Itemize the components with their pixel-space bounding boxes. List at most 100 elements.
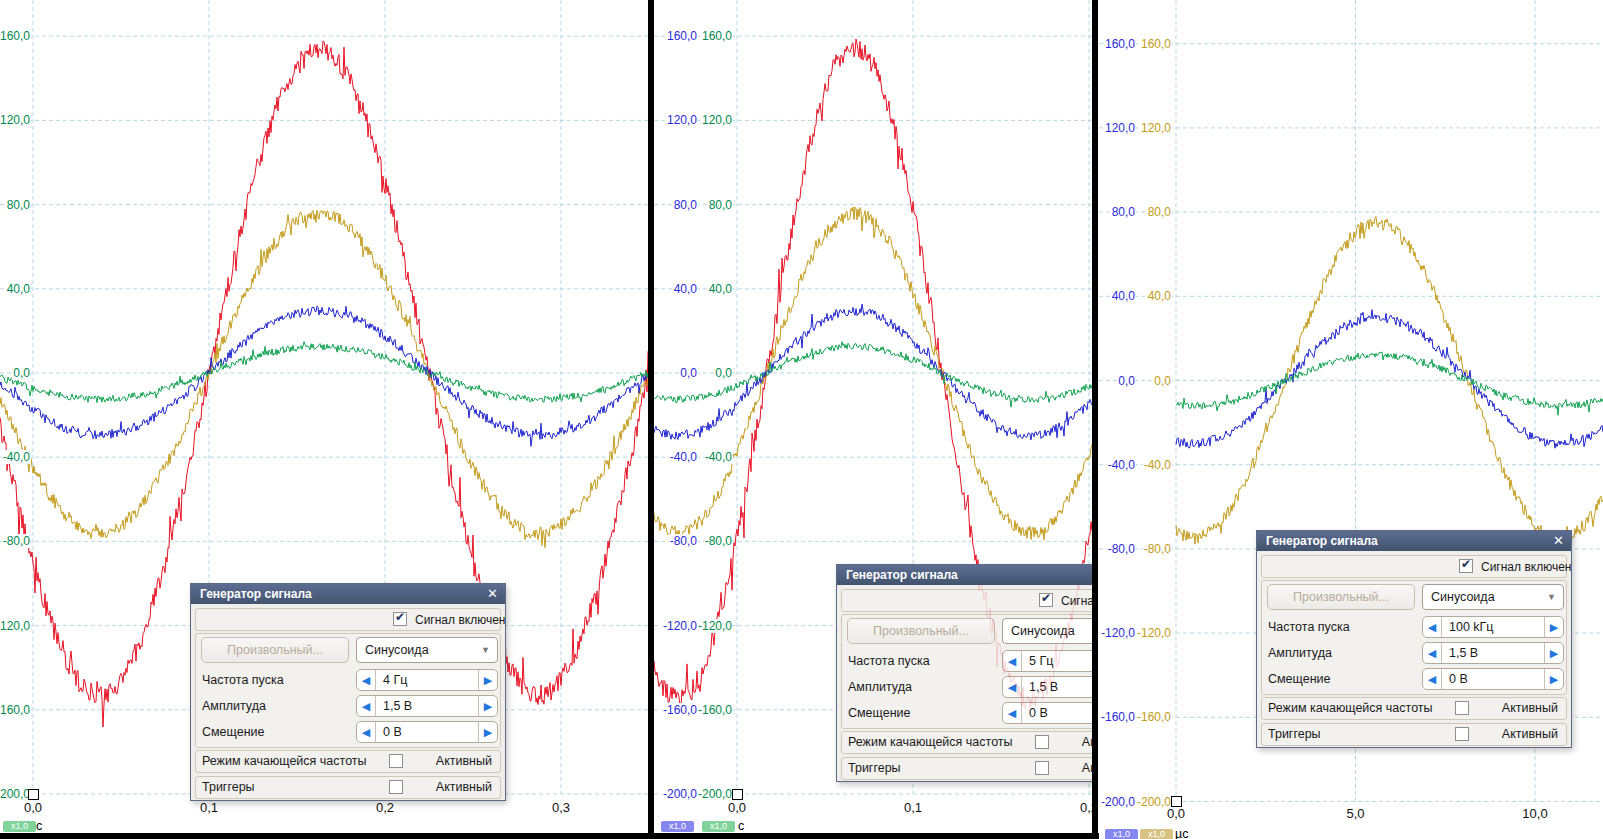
sweep-state: Активный (1502, 698, 1558, 719)
offset-stepper[interactable]: ◀ 0 В ▶ (1002, 702, 1092, 724)
waveform-value: Синусоида (1011, 619, 1075, 643)
scale-badge[interactable]: x1,0 (702, 821, 735, 832)
signal-on-checkbox[interactable]: ✔ (1039, 593, 1053, 607)
triggers-checkbox[interactable] (1035, 761, 1049, 775)
triggers-label: Триггеры (1268, 724, 1321, 745)
amplitude-stepper[interactable]: ◀ 1,5 В ▶ (356, 695, 498, 717)
triggers-checkbox[interactable] (389, 780, 403, 794)
x-tick-label: 5,0 (1334, 807, 1378, 821)
triggers-state: Активный (436, 777, 492, 798)
check-icon: ✔ (1461, 557, 1471, 571)
close-icon[interactable]: ✕ (1553, 531, 1564, 551)
increment-icon[interactable]: ▶ (478, 722, 497, 742)
x-tick-label: 0,1 (891, 801, 935, 815)
decrement-icon[interactable]: ◀ (1003, 703, 1022, 723)
waveform-gold (654, 207, 1092, 540)
waveform-blue (0, 306, 648, 446)
origin-handle[interactable] (28, 789, 39, 800)
waveform-gold (0, 210, 648, 547)
waveform-gold (1176, 217, 1603, 548)
scale-badge[interactable]: x1,0 (661, 821, 694, 832)
increment-icon[interactable]: ▶ (1544, 669, 1563, 689)
field-label: Частота пуска (202, 669, 284, 691)
field-value: 1,5 В (383, 696, 412, 717)
waveform-select[interactable]: Синусоида ▼ (1422, 584, 1564, 610)
field-value: 0 В (383, 722, 402, 743)
signal-on-checkbox[interactable]: ✔ (393, 612, 407, 626)
triggers-row: Триггеры Активный (841, 757, 1092, 780)
bottom-bar (0, 833, 1099, 839)
sweep-checkbox[interactable] (1455, 701, 1469, 715)
increment-icon[interactable]: ▶ (1544, 617, 1563, 637)
origin-handle[interactable] (1171, 796, 1182, 807)
signal-on-label: Сигнал включен (415, 613, 505, 627)
sweep-checkbox[interactable] (389, 754, 403, 768)
amplitude-stepper[interactable]: ◀ 1,5 В ▶ (1002, 676, 1092, 698)
offset-stepper[interactable]: ◀ 0 В ▶ (356, 721, 498, 743)
signal-on-checkbox[interactable]: ✔ (1459, 559, 1473, 573)
signal-on-group: ✔ Сигнал включен (1261, 555, 1567, 578)
field-value: 0 В (1029, 703, 1048, 724)
waveform-select[interactable]: Синусоида ▼ (356, 637, 498, 663)
triggers-checkbox[interactable] (1455, 727, 1469, 741)
x-axis-unit: с (36, 820, 42, 833)
dialog-titlebar[interactable]: Генератор сигнала ✕ (191, 584, 505, 604)
scope-panel-3: Генератор сигнала ✕ ✔ Сигнал включен Про… (1099, 0, 1603, 839)
signal-on-label: Сигнал включен (1481, 560, 1571, 574)
increment-icon[interactable]: ▶ (1544, 643, 1563, 663)
sweep-label: Режим качающейся частоты (202, 751, 367, 772)
field-label: Частота пуска (848, 650, 930, 672)
waveform-green (0, 342, 648, 403)
increment-icon[interactable]: ▶ (478, 670, 497, 690)
frequency-stepper[interactable]: ◀ 100 kГц ▶ (1422, 616, 1564, 638)
scale-badge[interactable]: x1,0 (1140, 829, 1173, 839)
decrement-icon[interactable]: ◀ (1003, 651, 1022, 671)
frequency-stepper[interactable]: ◀ 4 Гц ▶ (356, 669, 498, 691)
field-label: Смещение (202, 721, 265, 743)
sweep-checkbox[interactable] (1035, 735, 1049, 749)
decrement-icon[interactable]: ◀ (357, 670, 376, 690)
x-tick-label: 0,0 (715, 801, 759, 815)
waveform-group: Произвольный... Синусоида ▼ Частота пуск… (195, 633, 501, 748)
offset-stepper[interactable]: ◀ 0 В ▶ (1422, 668, 1564, 690)
x-axis-unit: с (738, 820, 744, 833)
sweep-row: Режим качающейся частоты Активный (841, 731, 1092, 754)
frequency-stepper[interactable]: ◀ 5 Гц ▶ (1002, 650, 1092, 672)
field-label: Амплитуда (202, 695, 266, 717)
arbitrary-button[interactable]: Произвольный... (1267, 584, 1415, 610)
decrement-icon[interactable]: ◀ (1423, 669, 1442, 689)
field-value: 1,5 В (1449, 643, 1478, 664)
signal-generator-dialog-1: Генератор сигнала ✕ ✔ Сигнал включен Про… (190, 583, 506, 801)
dialog-titlebar[interactable]: Генератор сигнала ✕ (1257, 531, 1571, 551)
increment-icon[interactable]: ▶ (478, 696, 497, 716)
waveform-select[interactable]: Синусоида ▼ (1002, 618, 1092, 644)
amplitude-stepper[interactable]: ◀ 1,5 В ▶ (1422, 642, 1564, 664)
triggers-state: Активный (1502, 724, 1558, 745)
decrement-icon[interactable]: ◀ (357, 696, 376, 716)
decrement-icon[interactable]: ◀ (1423, 617, 1442, 637)
field-label: Частота пуска (1268, 616, 1350, 638)
decrement-icon[interactable]: ◀ (357, 722, 376, 742)
decrement-icon[interactable]: ◀ (1003, 677, 1022, 697)
waveform-group: Произвольный... Синусоида ▼ Частота пуск… (841, 614, 1092, 729)
panel-divider-2 (1092, 0, 1098, 839)
dialog-title: Генератор сигнала (1266, 534, 1378, 548)
sweep-label: Режим качающейся частоты (1268, 698, 1433, 719)
check-icon: ✔ (395, 610, 405, 624)
decrement-icon[interactable]: ◀ (1423, 643, 1442, 663)
oscilloscope-app: Генератор сигнала ✕ ✔ Сигнал включен Про… (0, 0, 1603, 839)
scale-badge[interactable]: x1,0 (1105, 829, 1138, 839)
close-icon[interactable]: ✕ (487, 584, 498, 604)
sweep-row: Режим качающейся частоты Активный (195, 750, 501, 773)
dialog-title: Генератор сигнала (200, 587, 312, 601)
arbitrary-button[interactable]: Произвольный... (201, 637, 349, 663)
sweep-state: Активный (1082, 732, 1092, 753)
dialog-titlebar[interactable]: Генератор сигнала ✕ (837, 565, 1092, 585)
field-value: 1,5 В (1029, 677, 1058, 698)
check-icon: ✔ (1041, 591, 1051, 605)
arbitrary-button[interactable]: Произвольный... (847, 618, 995, 644)
scale-badge[interactable]: x1,0 (3, 821, 36, 832)
field-value: 0 В (1449, 669, 1468, 690)
origin-handle[interactable] (732, 789, 743, 800)
triggers-label: Триггеры (202, 777, 255, 798)
